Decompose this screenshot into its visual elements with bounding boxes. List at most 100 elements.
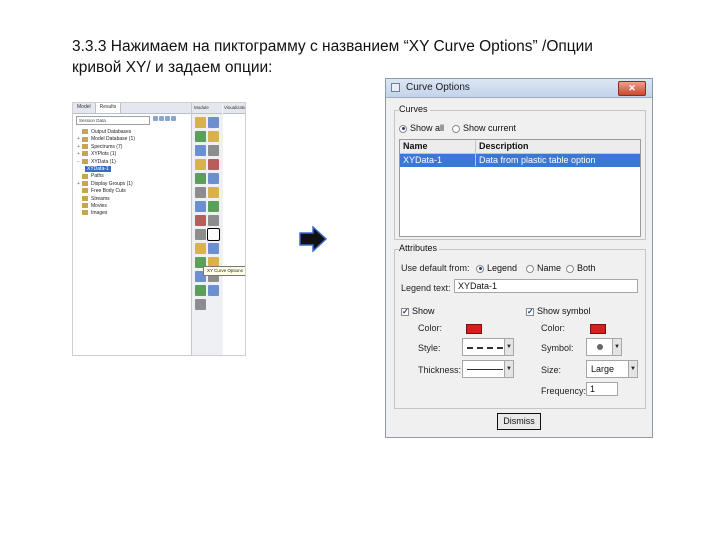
check-icon: ✓ (526, 306, 534, 316)
folder-icon (82, 143, 88, 149)
toolbox-icon[interactable] (195, 117, 206, 128)
module-label: Module (192, 103, 222, 114)
tree-tabs: Model Results (73, 103, 191, 114)
toolbox-icon[interactable] (195, 285, 206, 296)
line-color-swatch[interactable] (466, 324, 482, 334)
toolbox-icon[interactable] (195, 173, 206, 184)
tree-item[interactable]: − XYData (1) (77, 159, 191, 166)
session-data-select[interactable]: Session Data (76, 116, 150, 125)
name-radio[interactable]: Name (526, 263, 561, 273)
folder-icon (82, 210, 88, 216)
tree-tool-icon[interactable] (159, 116, 164, 121)
toolbox-icon[interactable] (195, 215, 206, 226)
show-current-radio[interactable]: Show current (452, 123, 516, 133)
symbol-size-combo[interactable]: Large ▼ (586, 360, 638, 378)
folder-icon (82, 203, 88, 209)
show-all-radio[interactable]: Show all (399, 123, 444, 133)
toolbox-icon[interactable] (208, 173, 219, 184)
tree-item-selected[interactable]: XYData-1 (77, 165, 191, 173)
slide-title-line-2: кривой XY/ и задаем опции: (72, 59, 273, 76)
toolbox-icon[interactable] (195, 131, 206, 142)
use-default-label: Use default from: (401, 263, 470, 273)
toolbox-icon[interactable] (208, 187, 219, 198)
tree-item[interactable]: Output Databases (77, 129, 191, 136)
tab-results[interactable]: Results (95, 103, 122, 113)
circle-symbol-icon (597, 344, 603, 350)
tree-item[interactable]: + XYPlots (1) (77, 151, 191, 158)
show-symbol-checkbox[interactable]: ✓ Show symbol (526, 306, 591, 316)
folder-icon (82, 173, 88, 179)
dropdown-arrow-icon: ▼ (628, 361, 637, 377)
symbol-color-label: Color: (541, 323, 566, 333)
toolbox-icon[interactable] (208, 201, 219, 212)
model-tree-pane: Model Results Session Data Output Databa… (73, 103, 192, 355)
line-thickness-label: Thickness: (418, 365, 462, 375)
table-header: Name Description (400, 140, 640, 154)
toolbox-icon[interactable] (195, 187, 206, 198)
dismiss-button[interactable]: Dismiss (497, 413, 541, 430)
toolbox-icon[interactable] (195, 145, 206, 156)
tree-item[interactable]: Free Body Cuts (77, 188, 191, 195)
folder-icon (82, 195, 88, 201)
toolbox-icon[interactable] (208, 159, 219, 170)
legend-text-label: Legend text: (401, 283, 451, 293)
tree-tool-icon[interactable] (153, 116, 158, 121)
dialog-title: Curve Options (406, 82, 470, 93)
results-tree: Output Databases + Model Database (1) + Sp… (77, 129, 191, 218)
show-line-checkbox[interactable]: ✓ Show (401, 306, 435, 316)
tree-tool-icon[interactable] (171, 116, 176, 121)
toolbox-icon[interactable] (195, 243, 206, 254)
folder-icon (82, 158, 88, 164)
toolbox-icon[interactable] (195, 201, 206, 212)
toolbox-icon[interactable] (208, 145, 219, 156)
toolbox-icon[interactable] (208, 285, 219, 296)
toolbox-icon[interactable] (208, 117, 219, 128)
both-radio[interactable]: Both (566, 263, 596, 273)
legend-radio[interactable]: Legend (476, 263, 517, 273)
toolbox: Module (192, 103, 222, 355)
line-color-label: Color: (418, 323, 443, 333)
column-header-description: Description (479, 141, 529, 151)
tree-item[interactable]: + Display Groups (1) (77, 181, 191, 188)
tree-item[interactable]: Images (77, 210, 191, 217)
table-row[interactable]: XYData-1 Data from plastic table option (400, 154, 640, 167)
tree-item[interactable]: Movies (77, 203, 191, 210)
frequency-input[interactable]: 1 (586, 382, 618, 396)
toolbox-icon[interactable] (195, 299, 206, 310)
legend-text-input[interactable]: XYData-1 (454, 279, 638, 293)
symbol-color-swatch[interactable] (590, 324, 606, 334)
symbol-combo[interactable]: ▼ (586, 338, 622, 356)
line-thickness-combo[interactable]: ▼ (462, 360, 514, 378)
toolbox-icon[interactable] (195, 159, 206, 170)
arrow-right-icon (299, 226, 328, 252)
folder-icon (82, 136, 88, 142)
toolbox-icon[interactable] (208, 131, 219, 142)
dashed-line-icon (467, 347, 503, 349)
dropdown-arrow-icon: ▼ (504, 361, 513, 377)
close-button[interactable]: ✕ (618, 81, 646, 96)
dialog-titlebar: Curve Options ✕ (386, 79, 652, 98)
folder-icon (82, 180, 88, 186)
tree-tool-icon[interactable] (165, 116, 170, 121)
tab-model[interactable]: Model (73, 103, 96, 113)
model-tree-screenshot: Model Results Session Data Output Databa… (72, 102, 246, 356)
frequency-label: Frequency: (541, 386, 587, 396)
tree-item[interactable]: + Model Database (1) (77, 136, 191, 143)
app-icon (391, 83, 400, 92)
attributes-group-label: Attributes (399, 243, 440, 253)
line-style-combo[interactable]: ▼ (462, 338, 514, 356)
check-icon: ✓ (401, 306, 409, 316)
toolbox-icon[interactable] (195, 229, 206, 240)
tree-item[interactable]: Paths (77, 173, 191, 180)
viewport-label: Visualization (223, 103, 245, 114)
line-style-label: Style: (418, 343, 441, 353)
toolbox-icon[interactable] (208, 215, 219, 226)
folder-icon (82, 188, 88, 194)
solid-line-icon (467, 369, 503, 370)
xy-curve-options-icon[interactable] (207, 228, 220, 241)
column-header-name: Name (403, 141, 428, 151)
table-cell-name: XYData-1 (403, 155, 443, 165)
tree-item[interactable]: Streams (77, 196, 191, 203)
toolbox-icon[interactable] (208, 243, 219, 254)
tree-item[interactable]: + Spectrums (7) (77, 144, 191, 151)
